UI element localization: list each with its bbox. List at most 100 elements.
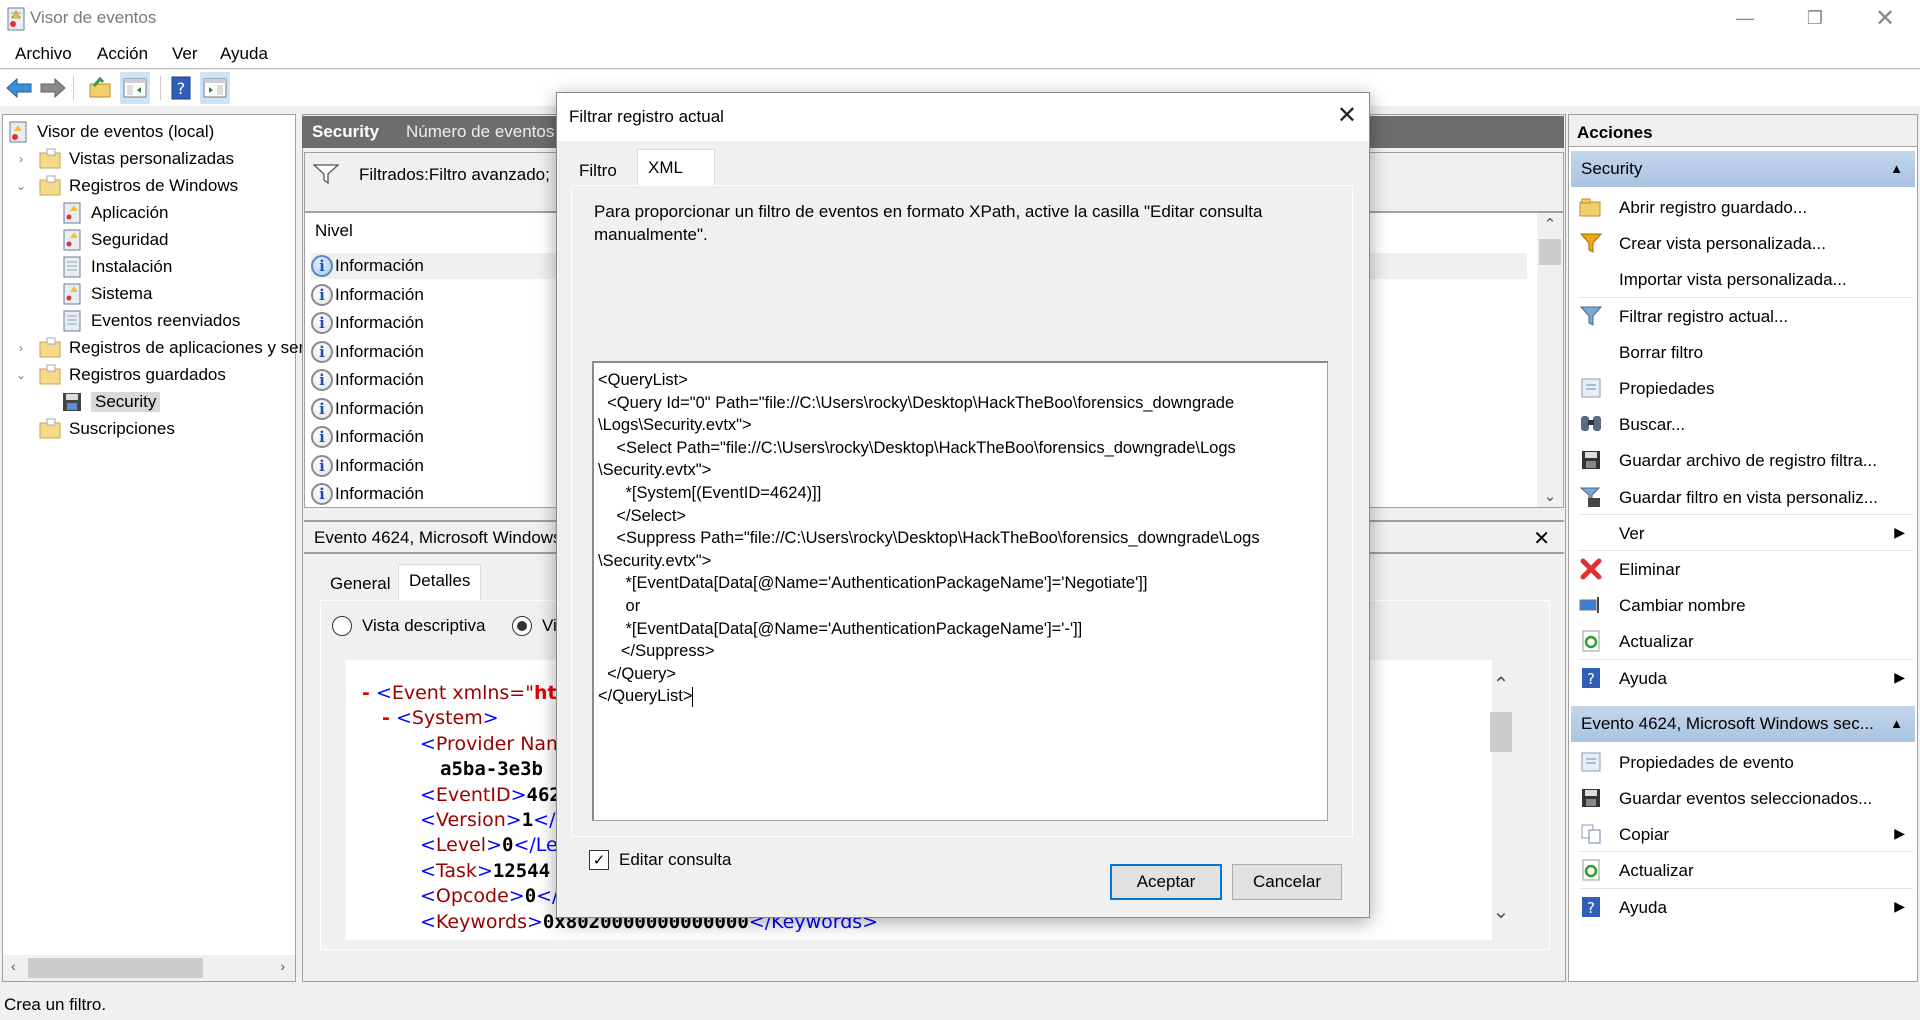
log-name: Security [312, 122, 380, 141]
expand-icon[interactable]: ⌄ [13, 368, 29, 382]
forward-button[interactable] [38, 72, 68, 104]
collapse-icon[interactable]: › [13, 152, 29, 166]
tab-detalles[interactable]: Detalles [398, 564, 482, 600]
collapse-icon[interactable]: › [13, 341, 29, 355]
minimize-button[interactable]: — [1710, 0, 1780, 36]
action-item[interactable]: Ver ▶ [1571, 515, 1915, 551]
tab-xml[interactable]: XML [637, 149, 715, 187]
tree-item[interactable]: › Vistas personalizadas [13, 146, 234, 172]
dialog-close-icon[interactable]: ✕ [1337, 101, 1357, 130]
menu-bar: Archivo Acción Ver Ayuda [0, 38, 1920, 69]
expand-icon[interactable]: ⌄ [13, 179, 29, 193]
action-item[interactable]: Eliminar [1571, 551, 1915, 587]
scroll-left-icon[interactable]: ‹ [11, 958, 16, 974]
menu-accion[interactable]: Acción [97, 44, 148, 64]
help-icon: ? [1579, 666, 1603, 690]
maximize-button[interactable]: ❐ [1780, 0, 1850, 36]
scrollbar-thumb[interactable] [1490, 712, 1512, 752]
radio-circle[interactable] [512, 616, 532, 636]
help-button[interactable]: ? [166, 72, 196, 104]
checkbox-box[interactable]: ✓ [589, 850, 609, 870]
action-item[interactable]: Guardar eventos seleccionados... [1571, 780, 1915, 816]
tree-item[interactable]: Instalación [61, 254, 172, 280]
action-item[interactable]: ? Ayuda ▶ [1571, 660, 1915, 696]
tree-item[interactable]: Security [61, 389, 161, 415]
actions-section-header[interactable]: Evento 4624, Microsoft Windows sec... ▲ [1571, 705, 1915, 742]
query-line: <Suppress Path="file://C:\Users\rocky\De… [598, 529, 1260, 548]
event-level: Información [335, 484, 424, 503]
scroll-down-icon[interactable]: ⌄ [1537, 487, 1563, 505]
events-vertical-scrollbar[interactable]: ⌃ ⌄ [1537, 213, 1563, 507]
xml-vertical-scrollbar[interactable]: ⌃ ⌄ [1488, 668, 1514, 928]
open-button[interactable] [85, 72, 115, 104]
copy-icon [1579, 822, 1603, 846]
tree-horizontal-scrollbar[interactable]: ‹ › [3, 955, 295, 981]
action-item[interactable]: Propiedades [1571, 370, 1915, 406]
event-viewer-app-icon [6, 7, 26, 31]
scrollbar-thumb[interactable] [1539, 239, 1561, 265]
xml-tab-panel: Para proporcionar un filtro de eventos e… [571, 185, 1353, 837]
filter-description: Filtrados:Filtro avanzado; [359, 165, 550, 184]
show-hide-action-pane-button[interactable] [200, 72, 230, 104]
tree-item-label: Aplicación [91, 203, 169, 222]
action-item[interactable]: Borrar filtro [1571, 334, 1915, 370]
custom-views-folder-icon [39, 148, 63, 170]
action-item[interactable]: Guardar archivo de registro filtra... [1571, 442, 1915, 478]
tree-item[interactable]: Suscripciones [13, 416, 175, 442]
tab-filtro[interactable]: Filtro [569, 153, 627, 187]
scrollbar-thumb[interactable] [28, 958, 203, 978]
action-item[interactable]: Importar vista personalizada... [1571, 261, 1915, 297]
edit-query-checkbox[interactable]: ✓ Editar consulta [589, 850, 731, 870]
tree-item[interactable]: Sistema [61, 281, 152, 307]
action-label: Copiar [1619, 825, 1670, 845]
scroll-down-icon[interactable]: ⌄ [1488, 899, 1514, 924]
query-line: <Select Path="file://C:\Users\rocky\Desk… [598, 438, 1236, 457]
xml-description: Para proporcionar un filtro de eventos e… [594, 202, 1263, 244]
open-saved-log-icon [1579, 195, 1603, 219]
tree-item-label: Visor de eventos (local) [37, 122, 215, 141]
action-item[interactable]: Copiar ▶ [1571, 816, 1915, 852]
tree-item[interactable]: › Registros de aplicaciones y servicios [13, 335, 347, 361]
action-item[interactable]: Propiedades de evento [1571, 744, 1915, 780]
action-item[interactable]: Cambiar nombre [1571, 587, 1915, 623]
action-item[interactable]: ? Ayuda ▶ [1571, 889, 1915, 925]
save-filter-icon [1579, 485, 1603, 509]
tree-item[interactable]: Seguridad [61, 227, 169, 253]
tree-item[interactable]: Aplicación [61, 200, 169, 226]
menu-ver[interactable]: Ver [172, 44, 198, 64]
tree-item[interactable]: Eventos reenviados [61, 308, 240, 334]
close-button[interactable]: ✕ [1850, 0, 1920, 36]
action-item[interactable]: Guardar filtro en vista personaliz... [1571, 479, 1915, 515]
tree-item[interactable]: ⌄ Registros de Windows [13, 173, 238, 199]
action-item[interactable]: Actualizar [1571, 852, 1915, 888]
action-item[interactable]: Buscar... [1571, 406, 1915, 442]
menu-archivo[interactable]: Archivo [15, 44, 72, 64]
collapse-caret-icon[interactable]: ▲ [1890, 716, 1903, 731]
action-item[interactable]: Filtrar registro actual... [1571, 298, 1915, 334]
accept-button[interactable]: Aceptar [1110, 864, 1222, 900]
tab-general[interactable]: General [320, 568, 400, 600]
tree-item[interactable]: ⌄ Registros guardados [13, 362, 226, 388]
back-button[interactable] [4, 72, 34, 104]
show-hide-console-tree-button[interactable] [120, 72, 150, 104]
collapse-caret-icon[interactable]: ▲ [1890, 161, 1903, 176]
scroll-up-icon[interactable]: ⌃ [1488, 672, 1514, 697]
radio-friendly-view[interactable]: Vista descriptiva [332, 616, 485, 636]
scroll-right-icon[interactable]: › [280, 958, 285, 974]
radio-xml-view[interactable]: Vi [512, 616, 557, 636]
query-textarea[interactable]: <QueryList> <Query Id="0" Path="file://C… [592, 361, 1328, 821]
actions-section-header[interactable]: Security ▲ [1571, 151, 1915, 187]
menu-ayuda[interactable]: Ayuda [220, 44, 268, 64]
column-header-level[interactable]: Nivel [315, 221, 353, 241]
action-item[interactable]: Abrir registro guardado... [1571, 189, 1915, 225]
scroll-up-icon[interactable]: ⌃ [1537, 215, 1563, 233]
tree-item-label: Registros de Windows [69, 176, 239, 195]
query-line: <QueryList> [598, 371, 688, 389]
tree-item[interactable]: Visor de eventos (local) [7, 119, 214, 145]
close-detail-icon[interactable]: ✕ [1533, 526, 1550, 551]
action-item[interactable]: Actualizar [1571, 623, 1915, 659]
action-item[interactable]: Crear vista personalizada... [1571, 225, 1915, 261]
actions-pane: Acciones Security ▲ Abrir registro guardad… [1568, 114, 1918, 982]
cancel-button[interactable]: Cancelar [1232, 864, 1342, 900]
radio-circle[interactable] [332, 616, 352, 636]
